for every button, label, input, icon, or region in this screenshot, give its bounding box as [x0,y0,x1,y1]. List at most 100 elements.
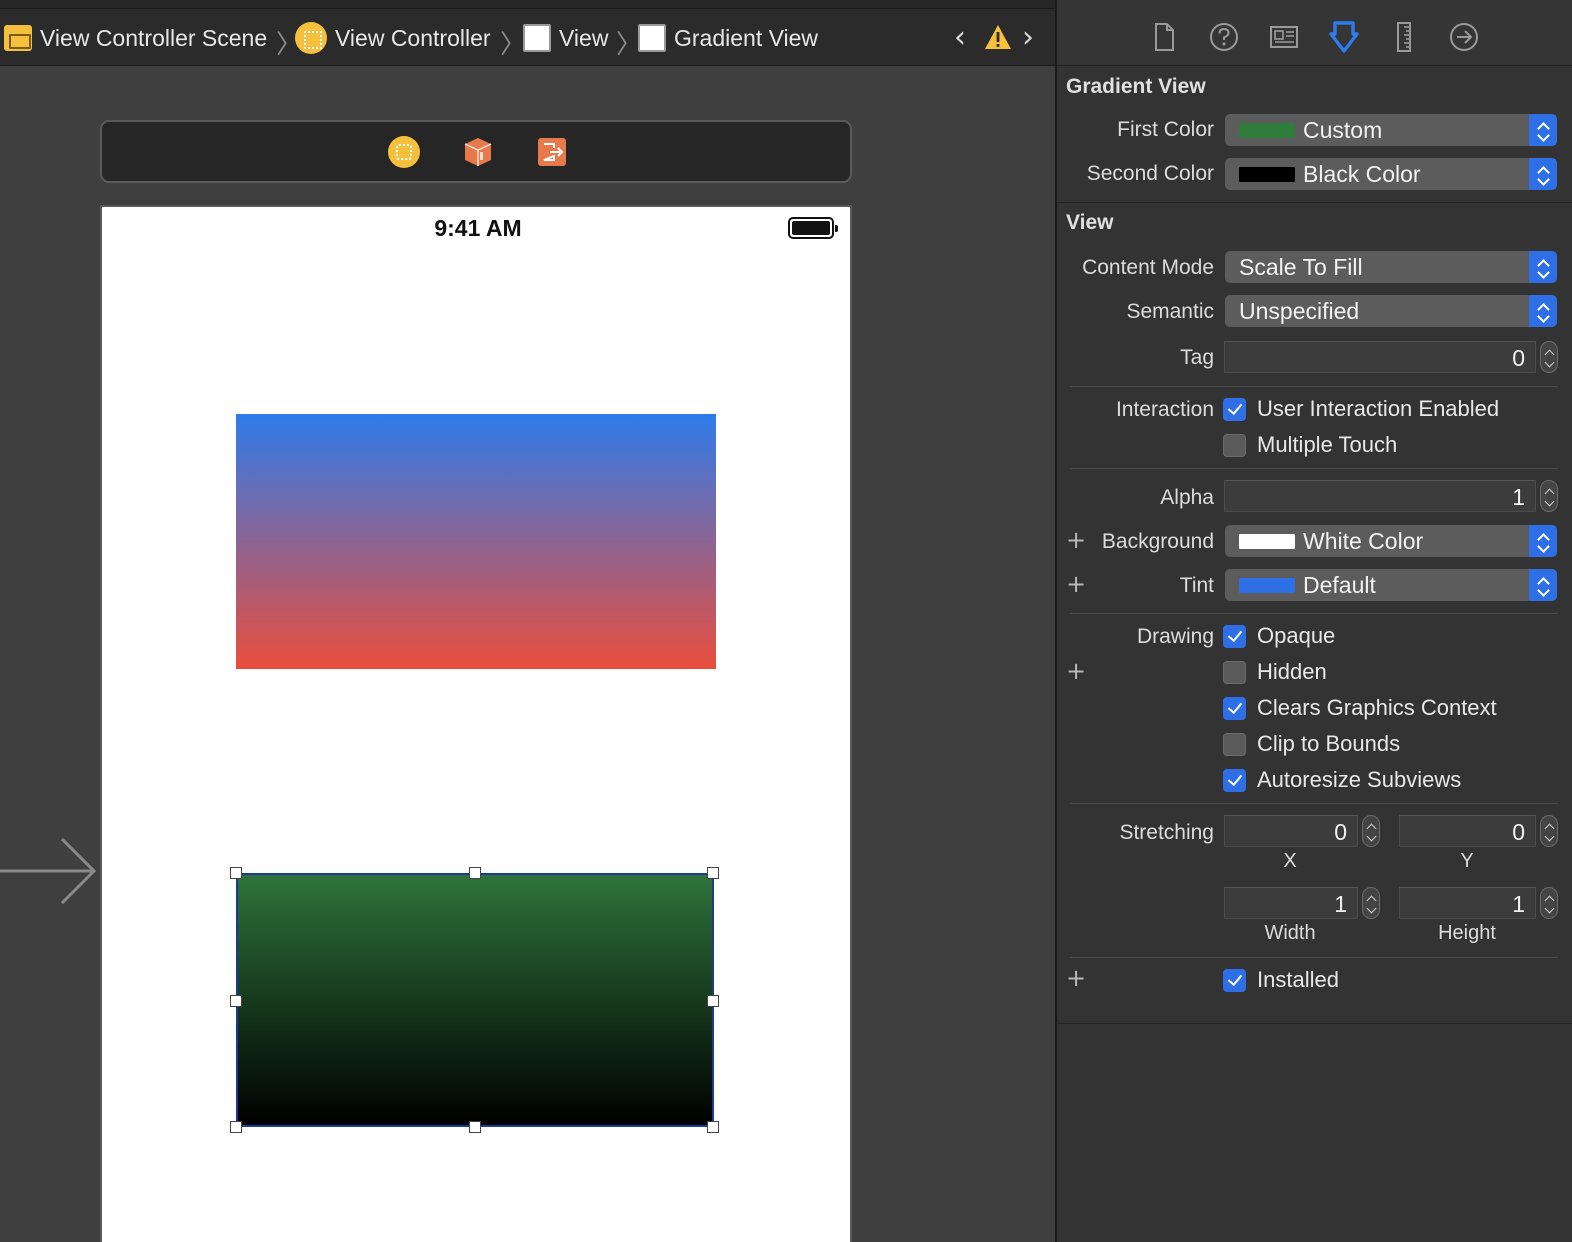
first-color-popup[interactable]: Custom [1225,114,1557,146]
section-divider [1057,1023,1572,1024]
help-inspector-icon[interactable] [1207,20,1241,54]
tag-stepper[interactable] [1540,341,1558,373]
popup-value: Scale To Fill [1239,254,1363,280]
iphone-canvas[interactable]: 9:41 AM [100,205,852,1242]
crumb-gradient-view[interactable]: Gradient View [638,22,818,54]
second-color-label: Second Color [1086,162,1214,185]
autoresize-subviews-checkbox[interactable]: Autoresize Subviews [1223,767,1461,793]
jump-bar: View Controller Scene 〉 View Controller … [0,0,1056,66]
add-variation-button[interactable]: + [1066,657,1086,685]
semantic-label: Semantic [1126,300,1214,323]
crumb-label: View Controller Scene [40,24,268,51]
identity-inspector-icon[interactable] [1267,20,1301,54]
crumb-view-controller-scene[interactable]: View Controller Scene [4,22,267,54]
second-color-popup[interactable]: Black Color [1225,158,1557,190]
checkbox-checked-icon [1223,696,1246,720]
view-controller-icon[interactable] [388,136,420,168]
resize-handle[interactable] [469,1121,481,1133]
height-label: Height [1438,922,1496,944]
first-responder-icon[interactable] [462,136,494,168]
connections-inspector-icon[interactable] [1447,20,1481,54]
crumb-view[interactable]: View [523,22,608,54]
chevron-up-down-icon [1529,158,1557,190]
previous-issue-button[interactable]: ‹ [954,20,966,55]
inspector-tabs [1057,0,1572,66]
row-divider [1070,957,1558,958]
resize-handle[interactable] [707,867,719,879]
row-divider [1070,386,1558,387]
battery-icon [788,217,838,239]
alpha-field[interactable]: 1 [1224,480,1536,512]
clears-graphics-context-checkbox[interactable]: Clears Graphics Context [1223,695,1497,721]
checkbox-label: Clears Graphics Context [1257,695,1497,720]
row-divider [1070,468,1558,469]
checkbox-label: Hidden [1257,659,1327,684]
stretching-y-stepper[interactable] [1540,815,1558,847]
tint-label: Tint [1179,574,1214,597]
second-color-swatch [1239,167,1295,182]
multiple-touch-checkbox[interactable]: Multiple Touch [1223,432,1397,458]
add-variation-button[interactable]: + [1066,964,1086,992]
first-color-swatch [1239,123,1295,138]
interaction-label: Interaction [1115,398,1214,421]
checkbox-label: Opaque [1257,623,1336,648]
stretching-x-field[interactable]: 0 [1224,815,1358,847]
file-inspector-icon[interactable] [1147,20,1181,54]
stretching-y-field[interactable]: 0 [1399,815,1536,847]
tag-field[interactable]: 0 [1224,341,1536,373]
chevron-up-down-icon [1529,251,1557,283]
resize-handle[interactable] [707,995,719,1007]
checkbox-label: Clip to Bounds [1257,731,1401,756]
attributes-inspector-icon[interactable] [1327,20,1361,54]
stretching-height-field[interactable]: 1 [1399,887,1536,919]
checkbox-checked-icon [1223,968,1246,992]
add-variation-button[interactable]: + [1066,570,1086,598]
popup-value: Custom [1303,117,1383,143]
hidden-checkbox[interactable]: Hidden [1223,659,1327,685]
resize-handle[interactable] [707,1121,719,1133]
next-issue-button[interactable]: › [1022,20,1034,55]
add-variation-button[interactable]: + [1066,526,1086,554]
checkbox-unchecked-icon [1223,433,1246,457]
user-interaction-checkbox[interactable]: User Interaction Enabled [1223,396,1499,422]
field-value: 0 [1512,345,1525,371]
opaque-checkbox[interactable]: Opaque [1223,623,1335,649]
popup-value: White Color [1303,528,1424,554]
warning-icon[interactable] [984,24,1012,50]
section-title-view: View [1066,211,1114,234]
background-popup[interactable]: White Color [1225,525,1557,557]
stretching-height-stepper[interactable] [1540,887,1558,919]
view-icon [638,24,666,52]
scene-dock [100,120,852,183]
y-label: Y [1460,850,1474,872]
field-value: 1 [1512,484,1525,510]
stretching-label: Stretching [1119,821,1214,844]
installed-checkbox[interactable]: Installed [1223,967,1339,993]
field-value: 1 [1334,891,1347,917]
clip-to-bounds-checkbox[interactable]: Clip to Bounds [1223,731,1400,757]
row-divider [1070,803,1558,804]
popup-value: Black Color [1303,161,1421,187]
popup-value: Unspecified [1239,298,1360,324]
width-label: Width [1264,922,1316,944]
content-mode-popup[interactable]: Scale To Fill [1225,251,1557,283]
checkbox-checked-icon [1223,768,1246,792]
resize-handle[interactable] [230,1121,242,1133]
tint-popup[interactable]: Default [1225,569,1557,601]
checkbox-checked-icon [1223,397,1246,421]
resize-handle[interactable] [230,867,242,879]
crumb-view-controller[interactable]: View Controller [295,22,491,54]
stretching-x-stepper[interactable] [1362,815,1380,847]
resize-handle[interactable] [230,995,242,1007]
stretching-width-stepper[interactable] [1362,887,1380,919]
resize-handle[interactable] [469,867,481,879]
size-inspector-icon[interactable] [1387,20,1421,54]
x-label: X [1283,850,1297,872]
gradient-view-selected[interactable] [236,873,714,1127]
checkbox-unchecked-icon [1223,660,1246,684]
gradient-view-top[interactable] [236,414,716,669]
semantic-popup[interactable]: Unspecified [1225,295,1557,327]
exit-icon[interactable] [536,136,568,168]
stretching-width-field[interactable]: 1 [1224,887,1358,919]
alpha-stepper[interactable] [1540,480,1558,512]
